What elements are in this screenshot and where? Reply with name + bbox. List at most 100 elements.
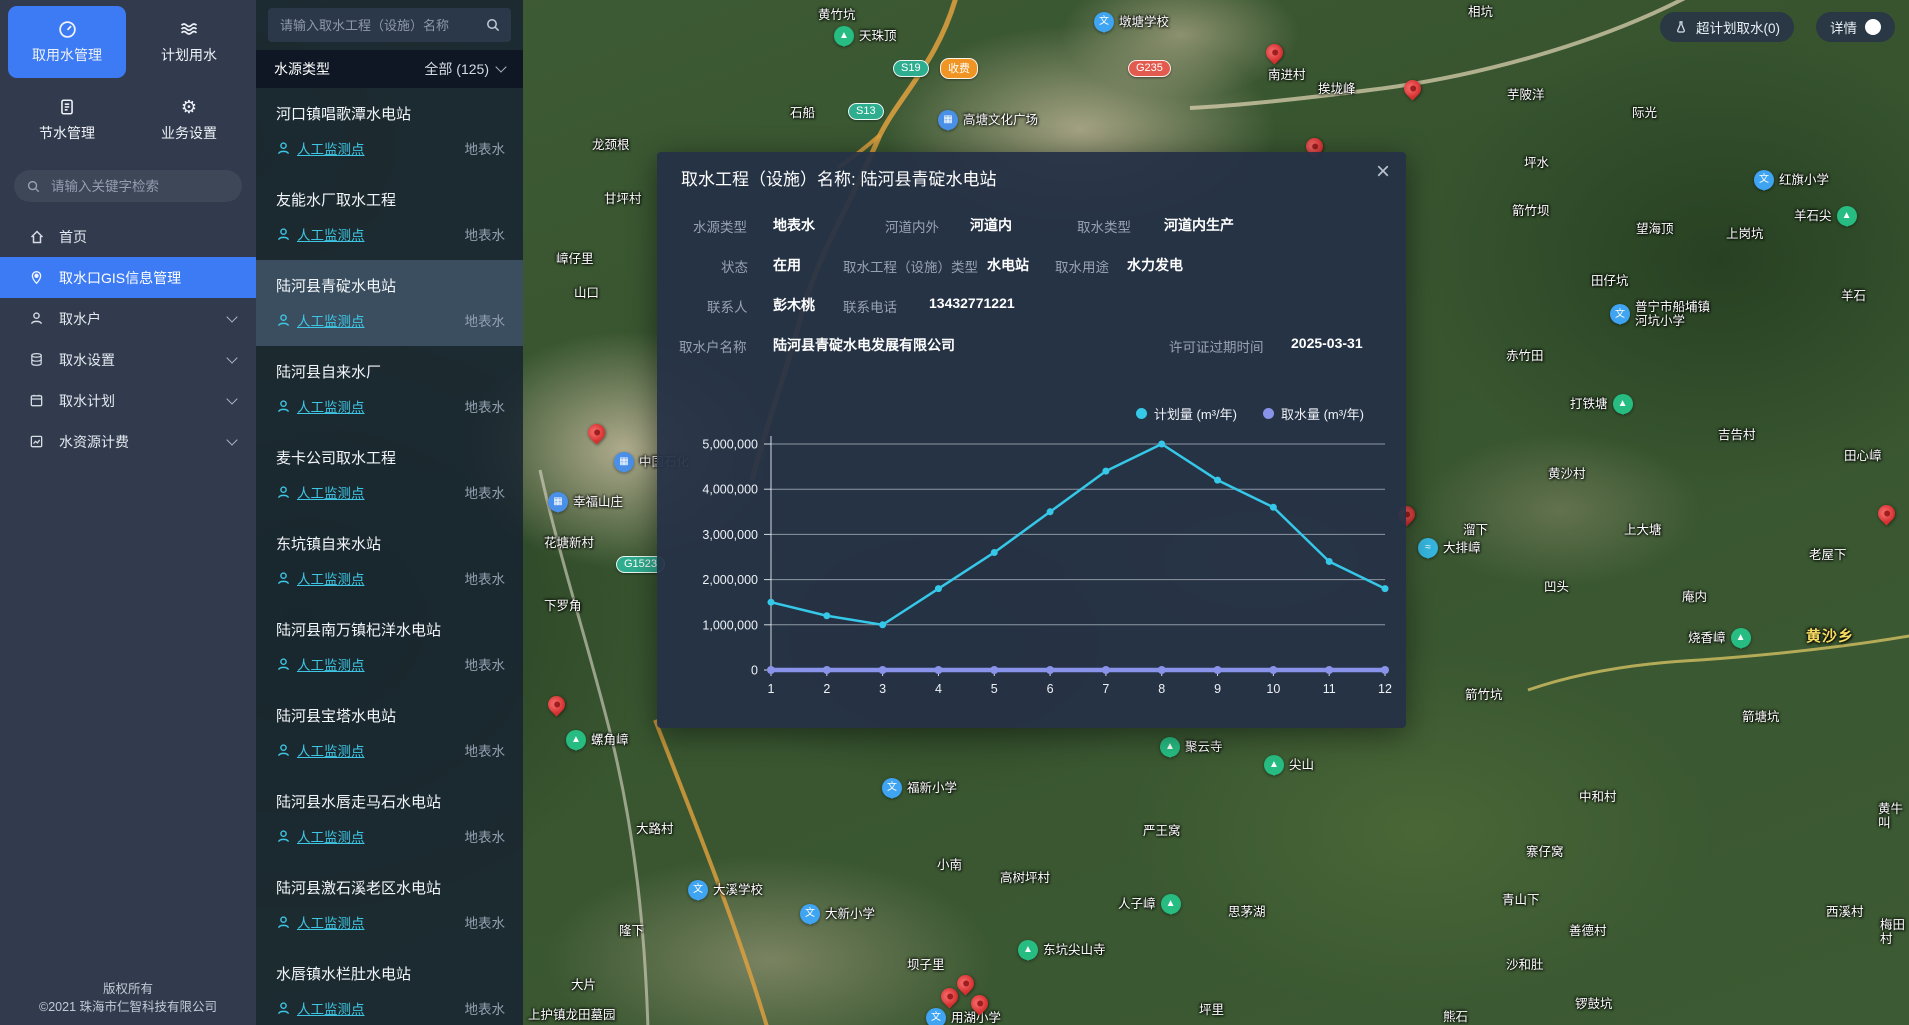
sidebar-item-水资源计费[interactable]: 水资源计费 bbox=[0, 421, 256, 462]
sidebar-item-取水口GIS信息管理[interactable]: 取水口GIS信息管理 bbox=[0, 257, 256, 298]
map-label: 山口 bbox=[574, 286, 599, 300]
monitor-point-link[interactable]: 人工监测点 bbox=[276, 224, 365, 244]
map-label-text: 隆下 bbox=[619, 924, 644, 938]
field-value: 13432771221 bbox=[929, 295, 1015, 311]
monitor-point-link[interactable]: 人工监测点 bbox=[276, 138, 365, 158]
module-节水管理[interactable]: 节水管理 bbox=[8, 84, 126, 156]
list-item[interactable]: 河口镇唱歌潭水电站人工监测点地表水 bbox=[256, 88, 523, 174]
monitor-point-link[interactable]: 人工监测点 bbox=[276, 654, 365, 674]
monitor-point-link[interactable]: 人工监测点 bbox=[276, 310, 365, 330]
sidebar-item-取水计划[interactable]: 取水计划 bbox=[0, 380, 256, 421]
sidebar-item-取水户[interactable]: 取水户 bbox=[0, 298, 256, 339]
module-计划用水[interactable]: 计划用水 bbox=[130, 6, 248, 78]
legend-item[interactable]: 取水量 (m³/年) bbox=[1263, 404, 1364, 423]
map-label-text: 挨垅峰 bbox=[1318, 82, 1356, 96]
monitor-person-icon bbox=[276, 1001, 291, 1016]
map-label: 箭竹坝 bbox=[1512, 204, 1550, 218]
detail-toggle[interactable]: 详情 bbox=[1816, 12, 1895, 42]
map-label: 文红旗小学 bbox=[1754, 170, 1829, 190]
mountain-badge-icon: ▲ bbox=[1264, 755, 1284, 775]
intake-map-pin[interactable] bbox=[544, 692, 568, 716]
over-plan-intake-button[interactable]: 超计划取水(0) bbox=[1660, 12, 1794, 42]
sidebar-item-取水设置[interactable]: 取水设置 bbox=[0, 339, 256, 380]
map-label-text: 南进村 bbox=[1268, 68, 1306, 82]
map-label-text: 大溪学校 bbox=[713, 883, 763, 897]
map-label-text: 庵内 bbox=[1682, 590, 1707, 604]
svg-text:5,000,000: 5,000,000 bbox=[702, 438, 758, 452]
svg-text:6: 6 bbox=[1047, 682, 1054, 696]
field-label: 取水类型 bbox=[1077, 216, 1131, 236]
list-item[interactable]: 友能水厂取水工程人工监测点地表水 bbox=[256, 174, 523, 260]
module-业务设置[interactable]: ⚙业务设置 bbox=[130, 84, 248, 156]
map-label-text: 烧香嶂 bbox=[1688, 631, 1726, 645]
monitor-point-link[interactable]: 人工监测点 bbox=[276, 482, 365, 502]
legend-item[interactable]: 计划量 (m³/年) bbox=[1136, 404, 1237, 423]
intake-map-pin[interactable] bbox=[1400, 76, 1424, 100]
svg-text:1,000,000: 1,000,000 bbox=[702, 618, 758, 632]
map-label-text: 善德村 bbox=[1569, 924, 1607, 938]
filter-dropdown[interactable]: 全部 (125) bbox=[424, 59, 505, 79]
intake-map-pin[interactable] bbox=[1262, 40, 1286, 64]
monitor-point-link[interactable]: 人工监测点 bbox=[276, 740, 365, 760]
close-icon[interactable]: × bbox=[1376, 160, 1390, 184]
map-label: 下罗角 bbox=[544, 599, 582, 613]
svg-text:2,000,000: 2,000,000 bbox=[702, 573, 758, 587]
map-label-text: 芋陂洋 bbox=[1507, 88, 1545, 102]
field-label: 水源类型 bbox=[693, 216, 747, 236]
svg-text:5: 5 bbox=[991, 682, 998, 696]
map-label-text: 田心嶂 bbox=[1844, 449, 1882, 463]
search-icon[interactable] bbox=[485, 17, 501, 33]
list-item[interactable]: 陆河县宝塔水电站人工监测点地表水 bbox=[256, 690, 523, 776]
map-label-text: 老屋下 bbox=[1809, 548, 1847, 562]
map-label-text: 上大塘 bbox=[1624, 523, 1662, 537]
list-item[interactable]: 陆河县激石溪老区水电站人工监测点地表水 bbox=[256, 862, 523, 948]
map-label-text: 沙和肚 bbox=[1506, 958, 1544, 972]
field-value: 地表水 bbox=[773, 215, 815, 235]
field-value: 水电站 bbox=[987, 255, 1029, 275]
list-item[interactable]: 麦卡公司取水工程人工监测点地表水 bbox=[256, 432, 523, 518]
sidebar-search[interactable] bbox=[14, 170, 242, 202]
list-item[interactable]: 水唇镇水栏肚水电站人工监测点地表水 bbox=[256, 948, 523, 1025]
map-label-text: 黄沙乡 bbox=[1806, 628, 1854, 645]
monitor-person-icon bbox=[276, 141, 291, 156]
field-label: 取水用途 bbox=[1055, 256, 1109, 276]
monitor-point-link[interactable]: 人工监测点 bbox=[276, 568, 365, 588]
water-badge-icon: ≈ bbox=[1418, 538, 1438, 558]
monitor-point-link[interactable]: 人工监测点 bbox=[276, 912, 365, 932]
list-item[interactable]: 陆河县水唇走马石水电站人工监测点地表水 bbox=[256, 776, 523, 862]
map-label-text: 幸福山庄 bbox=[573, 495, 623, 509]
map-viewport[interactable]: 黄竹坑相坑南进村挨垅峰芋陂洋际光石船龙颈根坪水箭竹坝望海顶上岗坑羊石尖▲甘坪村嶂… bbox=[0, 0, 1909, 1025]
list-search-input[interactable] bbox=[278, 17, 477, 34]
monitor-point-link[interactable]: 人工监测点 bbox=[276, 998, 365, 1018]
sidebar-search-input[interactable] bbox=[49, 178, 230, 195]
field-label: 河道内外 bbox=[885, 216, 939, 236]
list-item[interactable]: 东坑镇自来水站人工监测点地表水 bbox=[256, 518, 523, 604]
road-badge-收费: 收费 bbox=[940, 58, 978, 79]
intake-chart: 01,000,0002,000,0003,000,0004,000,0005,0… bbox=[671, 422, 1395, 715]
home-icon bbox=[28, 228, 45, 245]
map-label: 打铁塘▲ bbox=[1570, 394, 1633, 414]
mountain-badge-icon: ▲ bbox=[566, 730, 586, 750]
map-label: 文普宁市船埔镇 河坑小学 bbox=[1610, 300, 1710, 329]
list-item[interactable]: 陆河县自来水厂人工监测点地表水 bbox=[256, 346, 523, 432]
intake-map-pin[interactable] bbox=[584, 420, 608, 444]
toggle-knob[interactable] bbox=[1865, 19, 1881, 35]
intake-map-pin[interactable] bbox=[1874, 501, 1898, 525]
module-取用水管理[interactable]: 取用水管理 bbox=[8, 6, 126, 78]
list-item[interactable]: 陆河县南万镇杞洋水电站人工监测点地表水 bbox=[256, 604, 523, 690]
map-label: 田心嶂 bbox=[1844, 449, 1882, 463]
school-badge-icon: 文 bbox=[1094, 12, 1114, 32]
sidebar-item-首页[interactable]: 首页 bbox=[0, 216, 256, 257]
monitor-point-link[interactable]: 人工监测点 bbox=[276, 826, 365, 846]
module-label: 取用水管理 bbox=[32, 45, 102, 65]
map-label: 文用湖小学 bbox=[926, 1008, 1001, 1025]
list-search[interactable] bbox=[268, 8, 511, 42]
list-item[interactable]: 陆河县青碇水电站人工监测点地表水 bbox=[256, 260, 523, 346]
map-label: ≈大排嶂 bbox=[1418, 538, 1481, 558]
water-source-type: 地表水 bbox=[465, 224, 506, 244]
monitor-point-link[interactable]: 人工监测点 bbox=[276, 396, 365, 416]
map-label-text: 坝子里 bbox=[907, 958, 945, 972]
chevron-down-icon bbox=[226, 311, 237, 322]
map-label: 西溪村 bbox=[1826, 905, 1864, 919]
map-label: 南进村 bbox=[1268, 68, 1306, 82]
